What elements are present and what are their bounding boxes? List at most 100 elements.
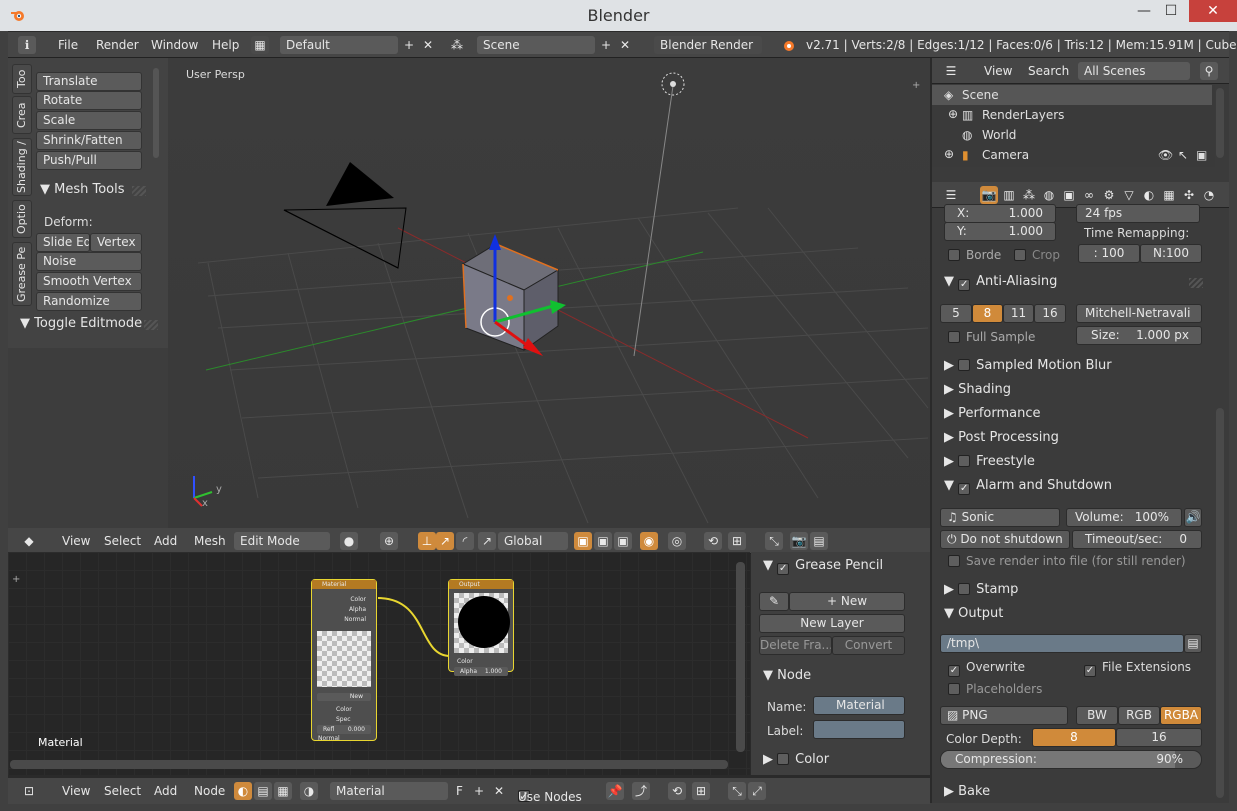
outliner-scrollbar[interactable] bbox=[1216, 88, 1224, 158]
scene-tab-icon[interactable]: ⁂ bbox=[1020, 186, 1038, 204]
add-material-icon[interactable]: + bbox=[470, 782, 488, 800]
stamp-panel-header[interactable]: ▶ Stamp bbox=[944, 582, 1018, 604]
border-checkbox[interactable] bbox=[948, 249, 960, 261]
selectable-icon[interactable]: ↖ bbox=[1178, 148, 1188, 162]
aspect-x-field[interactable]: X: 1.000 bbox=[944, 204, 1056, 223]
remove-scene-icon[interactable]: ✕ bbox=[616, 36, 634, 54]
color-panel-header[interactable]: ▶ Color bbox=[763, 752, 829, 774]
outliner-item-scene[interactable]: ◈ Scene bbox=[932, 85, 1212, 105]
menu-view[interactable]: View bbox=[62, 534, 90, 548]
material-field[interactable]: Material bbox=[330, 782, 448, 800]
refl-field[interactable]: Refl 0.000 bbox=[317, 725, 371, 734]
node-panel-header[interactable]: ▼ Node bbox=[763, 668, 811, 690]
output-socket-alpha[interactable]: Alpha bbox=[312, 605, 376, 615]
shrink-fatten-button[interactable]: Shrink/Fatten bbox=[36, 131, 142, 150]
go-parent-icon[interactable]: ⤴ bbox=[632, 782, 650, 800]
shading-icon[interactable]: ● bbox=[340, 532, 358, 550]
alarm-checkbox[interactable]: ✓ bbox=[958, 483, 971, 495]
menu-node[interactable]: Node bbox=[194, 784, 225, 798]
motion-blur-checkbox[interactable] bbox=[958, 359, 971, 371]
menu-add[interactable]: Add bbox=[154, 534, 177, 548]
paste-nodes-icon[interactable]: ⤢ bbox=[748, 782, 766, 800]
output-panel-header[interactable]: ▼ Output bbox=[944, 606, 1003, 628]
fps-select[interactable]: 24 fps bbox=[1076, 204, 1200, 223]
aa-samples-5[interactable]: 5 bbox=[940, 304, 972, 323]
post-processing-panel-header[interactable]: ▶ Post Processing bbox=[944, 430, 1059, 452]
translate-manipulator-icon[interactable]: ↗ bbox=[436, 532, 454, 550]
add-layout-icon[interactable]: + bbox=[400, 36, 418, 54]
search-icon[interactable]: ⚲ bbox=[1200, 62, 1218, 80]
performance-panel-header[interactable]: ▶ Performance bbox=[944, 406, 1041, 428]
aa-samples-11[interactable]: 11 bbox=[1003, 304, 1034, 323]
tab-tools[interactable]: Too bbox=[12, 64, 32, 94]
node-editor-vscrollbar[interactable] bbox=[736, 562, 745, 752]
color-depth-16[interactable]: 16 bbox=[1116, 728, 1202, 747]
snap-target-icon[interactable]: ⊞ bbox=[692, 782, 710, 800]
orientation-select[interactable]: Global bbox=[498, 532, 568, 550]
translate-button[interactable]: Translate bbox=[36, 72, 142, 91]
composite-nodes-icon[interactable]: ▤ bbox=[254, 782, 272, 800]
randomize-button[interactable]: Randomize bbox=[36, 292, 142, 311]
modifiers-tab-icon[interactable]: ⚙ bbox=[1100, 186, 1118, 204]
file-extensions-toggle[interactable]: ✓ File Extensions bbox=[1084, 660, 1191, 677]
input-socket-spec[interactable]: Spec bbox=[312, 715, 376, 725]
filter-size-field[interactable]: Size: 1.000 px bbox=[1076, 326, 1202, 345]
pivot-icon[interactable]: ⊕ bbox=[380, 532, 398, 550]
outliner-item-world[interactable]: ◍ World bbox=[932, 125, 1212, 145]
copy-nodes-icon[interactable]: ⤡ bbox=[728, 782, 746, 800]
tab-create[interactable]: Crea bbox=[12, 96, 32, 134]
material-node[interactable]: Material Color Alpha Normal New Color Sp… bbox=[311, 579, 377, 742]
output-path-field[interactable]: /tmp\ bbox=[940, 634, 1184, 653]
material-new-button[interactable]: New bbox=[317, 693, 371, 701]
limit-selection-icon[interactable]: ◉ bbox=[640, 532, 658, 550]
editor-type-icon[interactable]: ◆ bbox=[20, 532, 38, 550]
outliner-filter-select[interactable]: All Scenes bbox=[1078, 62, 1190, 80]
input-socket-color[interactable]: Color bbox=[312, 705, 376, 715]
aa-samples-16[interactable]: 16 bbox=[1034, 304, 1066, 323]
mode-select[interactable]: Edit Mode bbox=[234, 532, 330, 550]
menu-window[interactable]: Window bbox=[151, 38, 198, 52]
panel-grip-icon[interactable] bbox=[1189, 278, 1203, 288]
particles-tab-icon[interactable]: ✣ bbox=[1180, 186, 1198, 204]
delete-frame-button[interactable]: Delete Fra... bbox=[759, 636, 832, 655]
slide-edge-button[interactable]: Slide Ed bbox=[36, 233, 90, 252]
grease-pencil-checkbox[interactable]: ✓ bbox=[777, 563, 790, 575]
placeholders-checkbox[interactable] bbox=[948, 683, 960, 695]
3d-viewport[interactable]: User Persp y x + bbox=[168, 58, 930, 528]
freestyle-checkbox[interactable] bbox=[958, 455, 971, 467]
edge-select-icon[interactable]: ▣ bbox=[594, 532, 612, 550]
timeout-field[interactable]: Timeout/sec: 0 bbox=[1072, 530, 1202, 549]
aspect-y-field[interactable]: Y: 1.000 bbox=[944, 222, 1056, 241]
tab-options[interactable]: Optio bbox=[12, 200, 32, 238]
close-button[interactable]: ✕ bbox=[1189, 0, 1237, 22]
overwrite-checkbox[interactable]: ✓ bbox=[948, 665, 960, 677]
outliner-item-renderlayers[interactable]: ⊕ ▥ RenderLayers bbox=[932, 105, 1212, 125]
remap-old-field[interactable]: : 100 bbox=[1078, 244, 1140, 263]
visibility-icon[interactable]: 👁 bbox=[1158, 148, 1173, 162]
push-pull-button[interactable]: Push/Pull bbox=[36, 151, 142, 170]
menu-render[interactable]: Render bbox=[96, 38, 139, 52]
fake-user-button[interactable]: F bbox=[450, 782, 468, 800]
node-editor[interactable]: + Material Material Color Alpha Normal N… bbox=[8, 552, 750, 775]
editor-type-icon[interactable]: ⊡ bbox=[20, 782, 38, 800]
snap-icon[interactable]: ⟲ bbox=[668, 782, 686, 800]
scene-icon[interactable]: ⁂ bbox=[448, 36, 466, 54]
remove-layout-icon[interactable]: ✕ bbox=[419, 36, 437, 54]
rotate-manipulator-icon[interactable]: ◜ bbox=[456, 532, 474, 550]
constraints-tab-icon[interactable]: ∞ bbox=[1080, 186, 1098, 204]
menu-help[interactable]: Help bbox=[212, 38, 239, 52]
pin-icon[interactable]: 📌 bbox=[606, 782, 624, 800]
render-icon[interactable]: ▣ bbox=[1196, 148, 1207, 162]
toolshelf-scrollbar[interactable] bbox=[153, 68, 159, 158]
remap-new-field[interactable]: N:100 bbox=[1140, 244, 1202, 263]
node-label-field[interactable] bbox=[813, 720, 905, 739]
grease-pencil-panel-header[interactable]: ▼ ✓ Grease Pencil bbox=[763, 558, 883, 580]
menu-file[interactable]: File bbox=[58, 38, 78, 52]
outliner-item-camera[interactable]: ⊕ ▮ Camera 👁 ↖ ▣ bbox=[932, 145, 1212, 165]
remove-material-icon[interactable]: ✕ bbox=[490, 782, 508, 800]
toggle-editmode-panel-header[interactable]: ▼ Toggle Editmode bbox=[20, 316, 142, 338]
anti-aliasing-checkbox[interactable]: ✓ bbox=[958, 279, 971, 291]
plus-icon[interactable]: + bbox=[912, 80, 920, 91]
maximize-button[interactable]: ☐ bbox=[1157, 0, 1185, 22]
face-select-icon[interactable]: ▣ bbox=[614, 532, 632, 550]
